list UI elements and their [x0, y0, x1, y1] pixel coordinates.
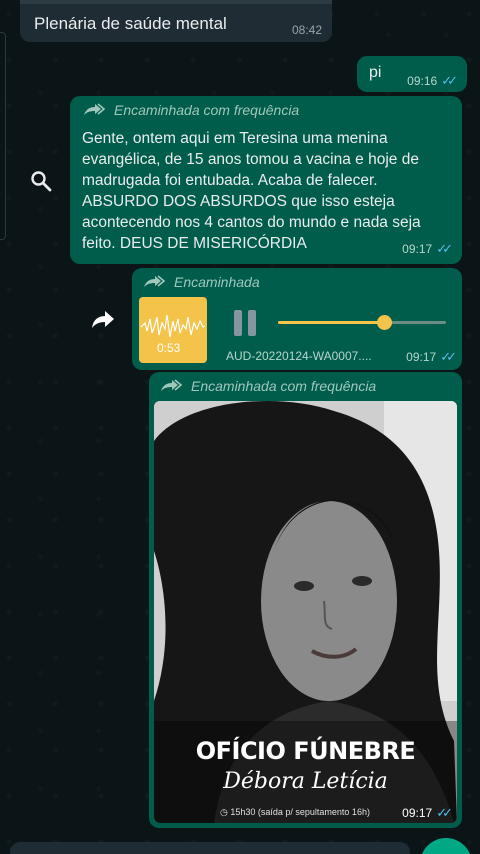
audio-seek-handle[interactable]: [376, 315, 392, 330]
double-check-icon: ✓✓: [440, 349, 457, 364]
forward-icon[interactable]: [90, 308, 116, 330]
pause-bar-left: [234, 310, 242, 336]
message-previous[interactable]: Plenária de saúde mental 08:42: [20, 0, 332, 42]
double-check-icon: ✓✓: [441, 73, 458, 88]
previous-message-text: Plenária de saúde mental: [34, 14, 227, 33]
forwarded-arrows-icon: [161, 379, 183, 391]
waveform-icon: [140, 314, 206, 338]
audio-progress-fill: [278, 321, 384, 324]
message-time: 09:16: [407, 74, 438, 88]
message-outgoing-audio[interactable]: Encaminhada 0:53 AUD-20220124-WA0007....…: [132, 268, 462, 370]
message-meta: 09:17 ✓✓: [402, 804, 453, 822]
preview-top-border: [20, 0, 332, 4]
notice-info: ◷ 15h30 (saída p/ sepultamento 16h): [220, 807, 370, 817]
message-outgoing-forwarded-text[interactable]: Encaminhada com frequência Gente, ontem …: [70, 96, 462, 264]
forwarded-label-text: Encaminhada com frequência: [114, 102, 300, 118]
audio-waveform-thumbnail: 0:53: [139, 297, 207, 363]
previous-message-time: 08:42: [291, 23, 322, 37]
forwarded-arrows-icon: [84, 103, 106, 115]
forwarded-label: Encaminhada: [142, 274, 260, 290]
message-time: 09:17: [402, 242, 433, 256]
funeral-notice-photo[interactable]: OFÍCIO FÚNEBRE Débora Letícia ◷ 15h30 (s…: [154, 401, 457, 823]
forwarded-label-text: Encaminhada com frequência: [191, 378, 377, 394]
message-meta: 09:17 ✓✓: [406, 348, 457, 366]
message-time: 09:17: [406, 350, 437, 364]
search-icon[interactable]: [30, 170, 52, 192]
message-text: Gente, ontem aqui em Teresina uma menina…: [82, 130, 421, 252]
message-text: pi: [369, 64, 382, 81]
double-check-icon: ✓✓: [436, 241, 453, 256]
message-meta: 09:16 ✓✓: [407, 72, 458, 90]
notice-name: Débora Letícia: [223, 769, 388, 794]
audio-seek-slider[interactable]: [278, 315, 446, 330]
message-outgoing-image[interactable]: Encaminhada com frequência OFÍCIO FÚNEBR…: [149, 372, 462, 828]
pause-bar-right: [248, 310, 256, 336]
side-panel-edge: [0, 32, 6, 240]
message-meta: 09:17 ✓✓: [402, 240, 453, 258]
message-time: 09:17: [402, 806, 433, 820]
double-check-icon: ✓✓: [436, 805, 453, 820]
forwarded-arrows-icon: [144, 275, 166, 287]
forwarded-label-text: Encaminhada: [174, 274, 260, 290]
audio-duration: 0:53: [157, 341, 181, 355]
message-outgoing-pi[interactable]: pi 09:16 ✓✓: [357, 56, 467, 92]
forwarded-label: Encaminhada com frequência: [159, 378, 376, 394]
notice-title: OFÍCIO FÚNEBRE: [195, 737, 416, 765]
audio-filename: AUD-20220124-WA0007....: [226, 349, 372, 363]
message-input-bar[interactable]: [10, 842, 410, 854]
forwarded-label: Encaminhada com frequência: [82, 102, 299, 118]
pause-icon[interactable]: [234, 310, 258, 336]
